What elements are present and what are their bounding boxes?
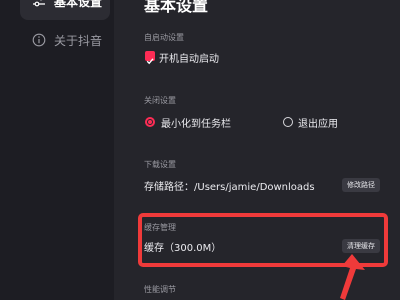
download-section-label: 下载设置 <box>144 160 176 169</box>
performance-section-label: 性能调节 <box>144 285 176 294</box>
exit-app-radio[interactable] <box>283 117 293 127</box>
sidebar-item-label: 关于抖音 <box>54 33 103 48</box>
minimize-to-taskbar-radio[interactable] <box>145 117 155 127</box>
exit-app-label: 退出应用 <box>298 119 338 130</box>
settings-window: 基本设置 关于抖音 基本设置 自启动设置 开机自动启动 关闭设置 最小化到任务栏… <box>0 0 400 300</box>
sliders-icon <box>33 0 45 7</box>
minimize-to-taskbar-label: 最小化到任务栏 <box>161 119 231 130</box>
close-section-label: 关闭设置 <box>144 96 176 105</box>
annotation-arrow-icon <box>340 254 365 300</box>
autostart-section-label: 自启动设置 <box>144 33 184 42</box>
autostart-checkbox[interactable] <box>145 51 155 65</box>
change-path-button[interactable]: 修改路径 <box>342 178 380 192</box>
download-path-label: 存储路径：/Users/jamie/Downloads <box>144 182 315 193</box>
sidebar-item-about[interactable]: 关于抖音 <box>20 21 110 59</box>
checkmark-icon <box>146 58 154 65</box>
autostart-label: 开机自动启动 <box>159 54 219 65</box>
sidebar-item-basic-settings[interactable]: 基本设置 <box>20 0 110 20</box>
sidebar: 基本设置 关于抖音 <box>0 0 114 300</box>
info-icon <box>32 33 46 47</box>
sidebar-item-label: 基本设置 <box>54 0 103 9</box>
settings-panel: 基本设置 自启动设置 开机自动启动 关闭设置 最小化到任务栏 退出应用 下载设置… <box>114 0 400 300</box>
page-title: 基本设置 <box>144 0 209 15</box>
